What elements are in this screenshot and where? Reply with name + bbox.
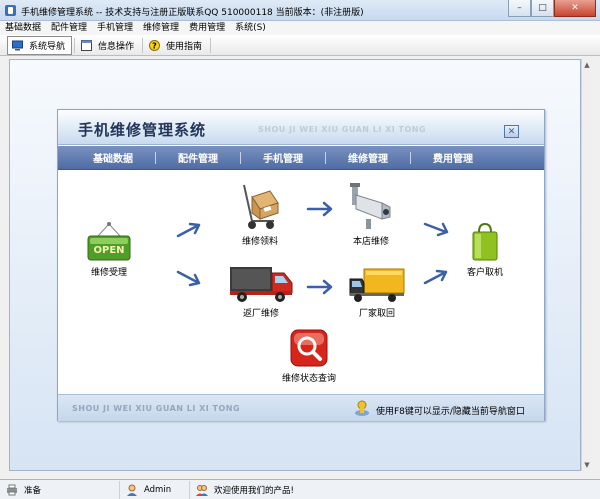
status-ready-text: 准备 [24, 485, 42, 496]
panel-nav-bar: 基础数据 配件管理 手机管理 维修管理 费用管理 [58, 146, 544, 170]
status-welcome-text: 欢迎使用我们的产品! [214, 485, 294, 496]
monitor-icon [12, 40, 23, 50]
vertical-scrollbar[interactable]: ▲ ▼ [581, 59, 591, 471]
customer-pickup-label: 客户取机 [467, 268, 504, 278]
arrow-right-icon [423, 269, 448, 285]
parts-label: 维修领料 [241, 237, 278, 247]
yellow-truck-icon [349, 268, 405, 302]
parts-node[interactable]: 维修领料 [238, 183, 282, 247]
magnifier-icon [290, 329, 328, 367]
scroll-up-icon[interactable]: ▲ [583, 61, 591, 69]
toolbar-divider [74, 37, 76, 53]
window-titlebar[interactable]: 手机维修管理系统 -- 技术支持与注册正版联系QQ 510000118 当前版本… [0, 0, 600, 21]
hand-truck-icon [243, 184, 279, 229]
return-factory-node[interactable]: 返厂维修 [228, 263, 294, 319]
menu-repair[interactable]: 维修管理 [138, 21, 184, 35]
nav-costs[interactable]: 费用管理 [411, 150, 495, 165]
status-ready: 准备 [0, 480, 120, 499]
menu-costs[interactable]: 费用管理 [184, 21, 230, 35]
footer-pinyin: SHOU JI WEI XIU GUAN LI XI TONG [72, 404, 241, 413]
menu-basic-data[interactable]: 基础数据 [0, 21, 46, 35]
status-user-text: Admin [144, 484, 172, 495]
menu-bar: 基础数据 配件管理 手机管理 维修管理 费用管理 系统(S) [0, 21, 600, 35]
toolbar: 系统导航 信息操作 ? 使用指南 [0, 35, 600, 56]
minimize-button[interactable]: – [508, 0, 531, 17]
menu-system[interactable]: 系统(S) [230, 21, 271, 35]
window-title: 手机维修管理系统 -- 技术支持与注册正版联系QQ 510000118 当前版本… [21, 8, 364, 18]
tab-system-nav[interactable]: 系统导航 [7, 35, 73, 55]
panel-header: 手机维修管理系统 SHOU JI WEI XIU GUAN LI XI TONG… [58, 110, 544, 145]
status-welcome: 欢迎使用我们的产品! [190, 481, 390, 499]
nav-parts[interactable]: 配件管理 [156, 150, 240, 165]
status-bar: 准备 Admin 欢迎使用我们的产品! [0, 479, 600, 499]
status-user: Admin [120, 480, 190, 499]
svg-text:?: ? [152, 41, 157, 50]
hint-icon [355, 400, 369, 416]
user-icon [127, 484, 137, 496]
panel-title: 手机维修管理系统 [78, 121, 207, 139]
shopping-bag-icon [472, 222, 498, 261]
shop-repair-label: 本店维修 [352, 237, 389, 247]
menu-phones[interactable]: 手机管理 [92, 21, 138, 35]
maximize-button[interactable]: □ [531, 0, 554, 17]
toolbar-divider [142, 37, 144, 53]
customer-pickup-node[interactable]: 客户取机 [467, 222, 503, 278]
intake-label: 维修受理 [90, 268, 127, 278]
nav-phones[interactable]: 手机管理 [241, 150, 325, 165]
tab-user-guide[interactable]: ? 使用指南 [145, 36, 208, 55]
panel-footer: SHOU JI WEI XIU GUAN LI XI TONG 使用F8键可以显… [58, 394, 544, 421]
scroll-down-icon[interactable]: ▼ [583, 461, 591, 469]
window-icon [81, 39, 93, 51]
toolbar-divider [210, 37, 212, 53]
arrow-right-icon [306, 201, 333, 217]
tab-system-nav-label: 系统导航 [29, 41, 66, 52]
factory-pickup-node[interactable]: 厂家取回 [348, 267, 406, 319]
red-truck-icon [230, 267, 293, 302]
status-query-node[interactable]: 维修状态查询 [282, 328, 336, 384]
arrow-right-icon [306, 279, 333, 295]
tab-info-ops[interactable]: 信息操作 [77, 36, 140, 55]
printer-icon [7, 484, 17, 495]
shop-repair-node[interactable]: 本店维修 [348, 181, 394, 247]
tab-user-guide-label: 使用指南 [166, 41, 203, 52]
intake-node[interactable]: OPEN 维修受理 [86, 222, 132, 278]
panel-pinyin: SHOU JI WEI XIU GUAN LI XI TONG [258, 125, 427, 134]
status-query-label: 维修状态查询 [282, 374, 337, 384]
close-button[interactable]: ✕ [554, 0, 596, 17]
open-sign-text: OPEN [93, 245, 124, 256]
nav-repair[interactable]: 维修管理 [326, 150, 410, 165]
navigation-panel: 手机维修管理系统 SHOU JI WEI XIU GUAN LI XI TONG… [57, 109, 545, 421]
security-camera-icon [350, 183, 391, 229]
factory-pickup-label: 厂家取回 [358, 309, 395, 319]
menu-parts[interactable]: 配件管理 [46, 21, 92, 35]
arrow-right-icon [176, 270, 201, 287]
tab-info-ops-label: 信息操作 [98, 41, 135, 52]
panel-close-button[interactable]: ✕ [504, 125, 519, 138]
arrow-right-icon [423, 222, 449, 237]
footer-hint: 使用F8键可以显示/隐藏当前导航窗口 [376, 407, 525, 417]
window-controls: – □ ✕ [508, 0, 596, 18]
app-icon [5, 5, 16, 16]
return-factory-label: 返厂维修 [242, 309, 279, 319]
nav-basic-data[interactable]: 基础数据 [71, 150, 155, 165]
users-icon [196, 484, 208, 496]
open-sign-icon: OPEN [87, 222, 131, 261]
help-icon: ? [149, 39, 161, 51]
arrow-right-icon [176, 222, 201, 238]
